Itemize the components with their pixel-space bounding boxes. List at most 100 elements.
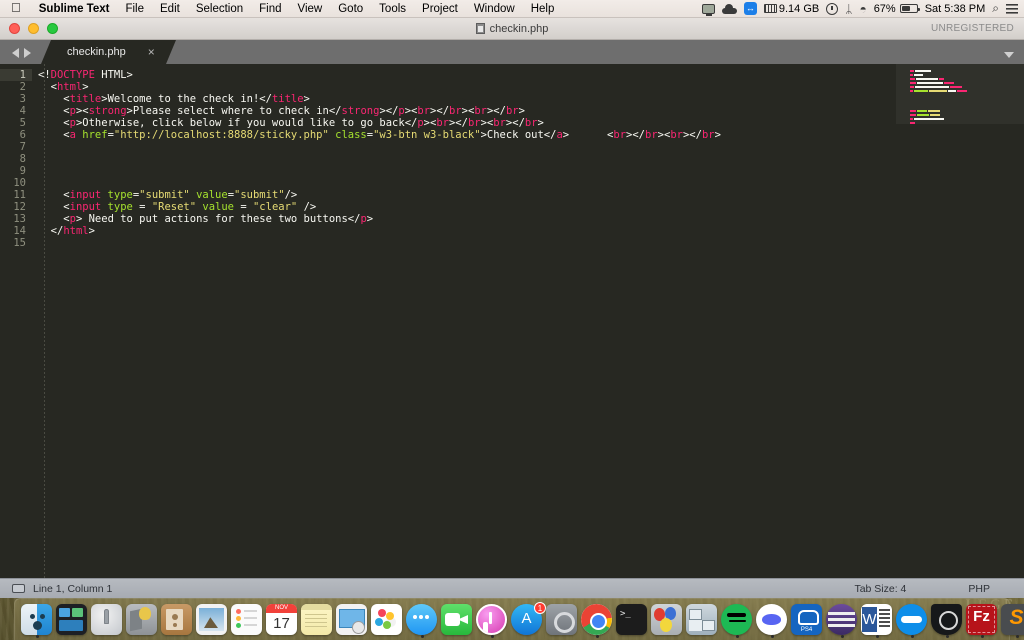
dock-item-purple-app[interactable]: [826, 604, 859, 638]
dock-item-app-store[interactable]: 1: [511, 602, 546, 637]
chevron-down-icon[interactable]: [1004, 52, 1014, 58]
dock-item-messages[interactable]: [406, 604, 439, 638]
menu-item-find[interactable]: Find: [251, 0, 289, 17]
bluetooth-icon[interactable]: ᛦ: [845, 3, 852, 15]
dock-item-discord[interactable]: [756, 604, 789, 638]
dock-item-photos[interactable]: [371, 604, 404, 637]
menu-item-selection[interactable]: Selection: [188, 0, 251, 17]
code-content[interactable]: <!DOCTYPE HTML> <html> <title>Welcome to…: [38, 69, 889, 249]
token-tagp: br: [613, 129, 627, 141]
menu-item-tools[interactable]: Tools: [371, 0, 414, 17]
code-line-13[interactable]: <p> Need to put actions for these two bu…: [38, 213, 889, 225]
code-line-3[interactable]: <title>Welcome to the check in!</title>: [38, 93, 889, 105]
menu-item-project[interactable]: Project: [414, 0, 466, 17]
code-line-10[interactable]: [38, 177, 889, 189]
dock-item-sublime-text[interactable]: [1001, 604, 1024, 638]
dock-item-system-preferences[interactable]: [546, 604, 579, 637]
token-txt: Please select where to check in: [132, 105, 329, 117]
sync-arrows-icon[interactable]: ↔: [743, 2, 757, 15]
token-punc: ></: [626, 129, 645, 141]
menu-item-view[interactable]: View: [290, 0, 331, 17]
token-tagp: DOCTYPE: [50, 69, 95, 81]
console-icon[interactable]: [12, 584, 25, 593]
code-line-11[interactable]: <input type="submit" value="submit"/>: [38, 189, 889, 201]
dock-item-reminders[interactable]: [231, 604, 264, 637]
dock-item-facetime[interactable]: [441, 604, 474, 637]
dock-item-filezilla[interactable]: [966, 604, 999, 638]
menu-item-help[interactable]: Help: [523, 0, 563, 17]
apple-logo-icon[interactable]: : [0, 0, 31, 17]
dock-item-microsoft-word[interactable]: [861, 604, 894, 638]
token-punc: </: [259, 93, 272, 105]
minimap-row: [910, 90, 1024, 93]
dock-item-ps4-remote-play[interactable]: [791, 604, 824, 637]
code-line-12[interactable]: <input type = "Reset" value = "clear" />: [38, 201, 889, 213]
tab-size-setting[interactable]: Tab Size: 4: [854, 583, 906, 595]
display-icon[interactable]: [701, 3, 715, 16]
minimap-row: [910, 102, 1024, 105]
dock-item-automator[interactable]: [126, 604, 159, 637]
dock-item-file-sharing[interactable]: [686, 604, 719, 637]
memory-status[interactable]: 9.14 GB: [763, 0, 819, 18]
dock-item-launchpad[interactable]: [91, 604, 124, 637]
dock-item-notes[interactable]: [301, 604, 334, 637]
cloud-icon[interactable]: [721, 3, 737, 14]
arrow-left-icon[interactable]: [12, 48, 19, 58]
token-punc: </: [347, 213, 361, 225]
code-line-8[interactable]: [38, 153, 889, 165]
sublime-text-icon: [1001, 604, 1024, 635]
dock-item-preview[interactable]: [196, 604, 229, 637]
menu-app-name[interactable]: Sublime Text: [31, 0, 118, 17]
dock-item-terminal[interactable]: [616, 604, 649, 637]
dock-item-teamviewer[interactable]: [896, 604, 929, 638]
menu-item-window[interactable]: Window: [466, 0, 523, 17]
time-machine-icon[interactable]: [826, 2, 839, 15]
token-tagp: html: [63, 225, 89, 237]
code-line-6[interactable]: <a href="http://localhost:8888/sticky.ph…: [38, 129, 889, 141]
code-line-14[interactable]: </html>: [38, 225, 889, 237]
wifi-icon[interactable]: ◓: [859, 3, 866, 15]
code-line-4[interactable]: <p><strong>Please select where to check …: [38, 105, 889, 117]
calendar-day: 17: [273, 615, 290, 632]
code-line-5[interactable]: <p>Otherwise, click below if you would l…: [38, 117, 889, 129]
battery-status[interactable]: 67%: [874, 0, 920, 18]
syntax-mode[interactable]: PHP: [968, 583, 990, 595]
close-icon[interactable]: ×: [148, 46, 155, 58]
sublime-text-window: checkin.php UNREGISTERED checkin.php × 1…: [0, 18, 1024, 598]
dock-item-spotify[interactable]: [721, 604, 754, 638]
minimap-block: [916, 78, 938, 80]
code-line-2[interactable]: <html>: [38, 81, 889, 93]
minimap-block: [915, 86, 949, 88]
code-editor[interactable]: 1 2 3 4 5 6 7 8 9 10 11 12 13 14 15 <!DOCTYPE HTML> <h…: [0, 64, 1024, 578]
dock-item-mail[interactable]: [336, 604, 369, 637]
dock-item-itunes[interactable]: [476, 604, 509, 638]
minimap[interactable]: [896, 64, 1024, 578]
menu-item-file[interactable]: File: [117, 0, 152, 17]
spotlight-search-icon[interactable]: ⌕: [992, 1, 999, 16]
minimap-row: [910, 118, 1024, 121]
dock-item-balloons-app[interactable]: [651, 604, 684, 637]
code-line-9[interactable]: [38, 165, 889, 177]
code-line-1[interactable]: <!DOCTYPE HTML>: [38, 69, 889, 81]
dock-item-calendar[interactable]: NOV 17: [266, 604, 299, 637]
minimap-row: [910, 106, 1024, 109]
dock-item-finder[interactable]: [21, 604, 54, 638]
menu-item-goto[interactable]: Goto: [330, 0, 371, 17]
dock-item-contacts[interactable]: [161, 604, 194, 637]
code-line-7[interactable]: [38, 141, 889, 153]
menu-item-edit[interactable]: Edit: [152, 0, 188, 17]
token-tagp: br: [417, 105, 431, 117]
microsoft-word-icon: [861, 604, 892, 635]
dock-item-google-chrome[interactable]: [581, 604, 614, 638]
minimap-row: [910, 122, 1024, 125]
code-line-15[interactable]: [38, 237, 889, 249]
notification-center-icon[interactable]: [1006, 3, 1018, 14]
arrow-right-icon[interactable]: [24, 48, 31, 58]
menu-bar-clock[interactable]: Sat 5:38 PM: [925, 0, 986, 18]
cursor-position[interactable]: Line 1, Column 1: [33, 583, 112, 595]
dock-item-dark-badge-app[interactable]: [931, 604, 964, 638]
dock-item-mission-control[interactable]: [56, 604, 89, 637]
line-number-14: 14: [13, 225, 26, 237]
tab-checkin-php[interactable]: checkin.php ×: [41, 40, 176, 64]
